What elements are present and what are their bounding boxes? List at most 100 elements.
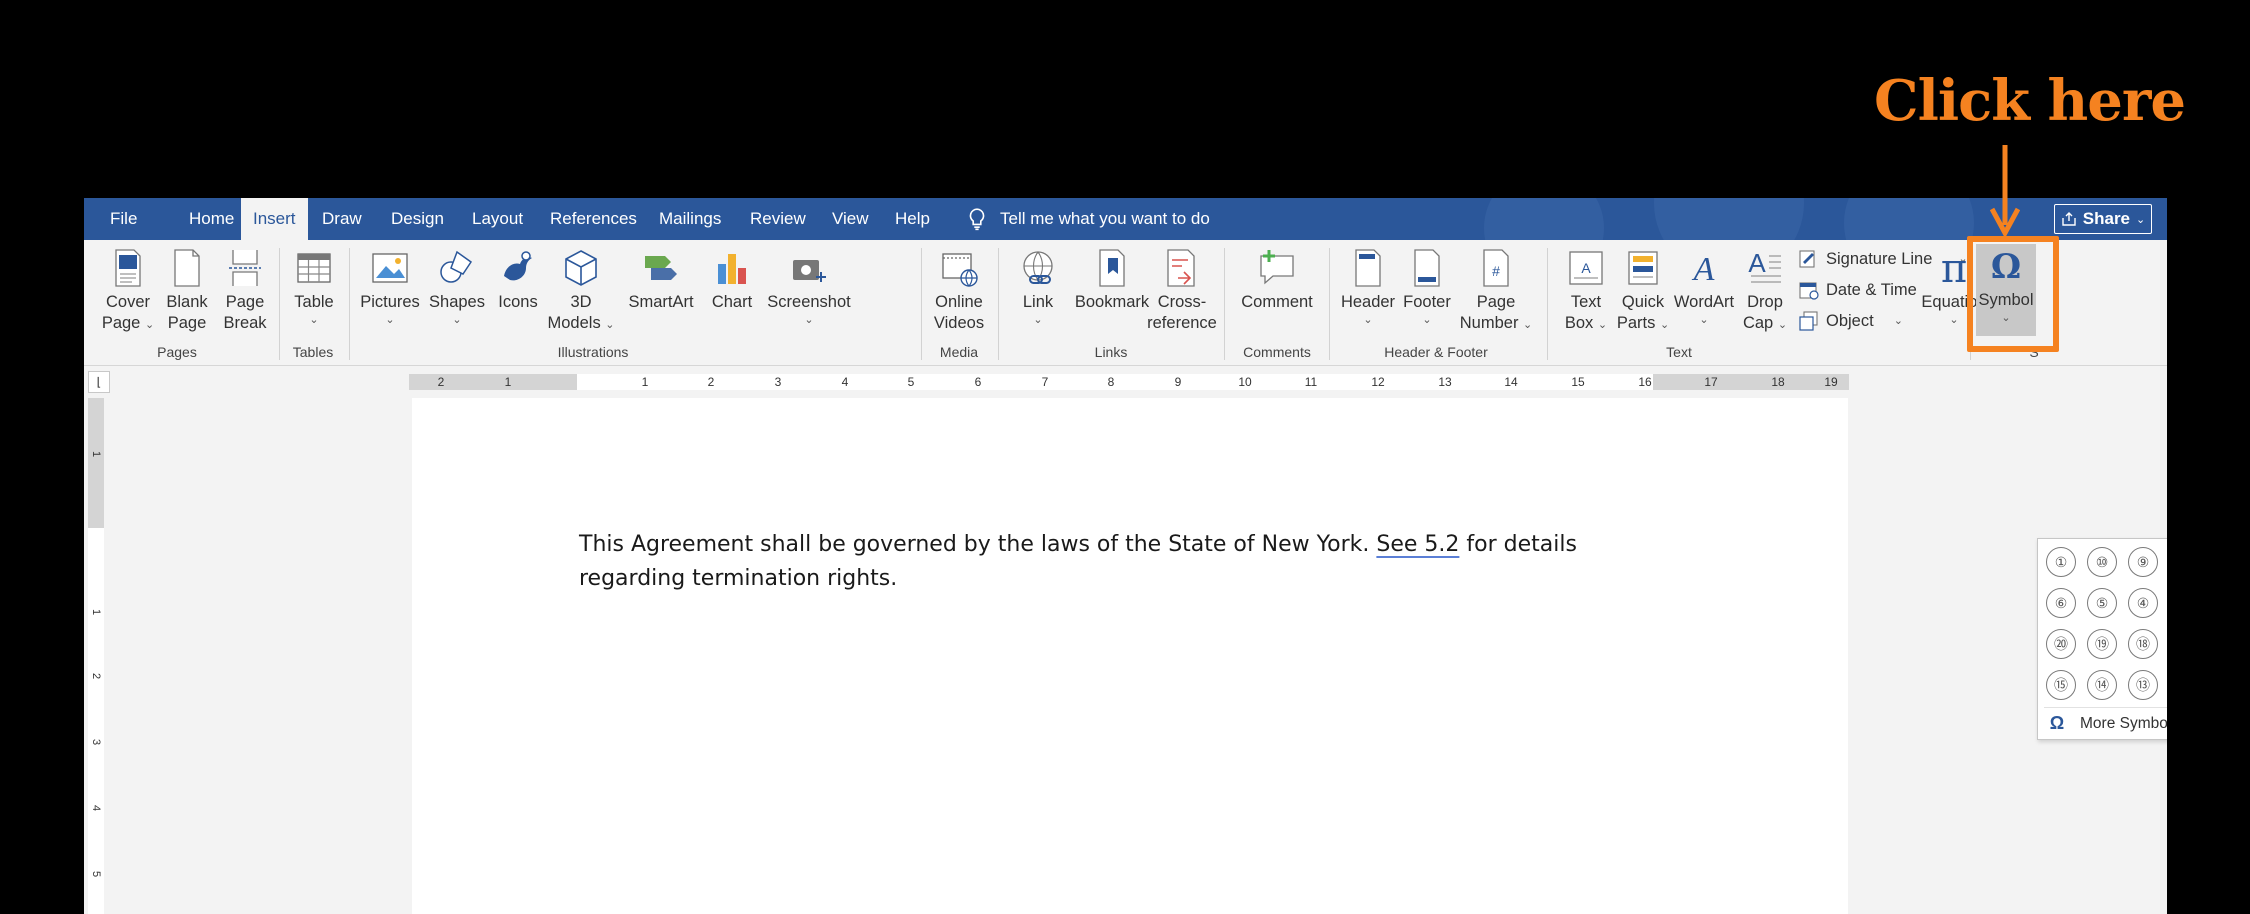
- ribbon-tab-bar: File Home Insert Draw Design Layout Refe…: [84, 198, 2167, 240]
- pictures-icon: [372, 253, 408, 283]
- symbol-cell[interactable]: ⑲: [2087, 629, 2117, 659]
- header-button[interactable]: Header ⌄: [1334, 246, 1402, 327]
- quick-parts-icon: [1628, 251, 1658, 285]
- ruler-number: 14: [1504, 375, 1518, 389]
- document-page[interactable]: This Agreement shall be governed by the …: [412, 398, 1848, 914]
- shapes-button[interactable]: Shapes ⌄: [426, 246, 488, 327]
- vertical-ruler[interactable]: 1 1 2 3 4 5: [88, 398, 104, 914]
- chevron-down-icon: ⌄: [1363, 314, 1373, 326]
- text-box-button[interactable]: A Text Box ⌄: [1554, 246, 1618, 334]
- ruler-number: 15: [1571, 375, 1585, 389]
- tab-draw[interactable]: Draw: [310, 198, 374, 240]
- link-button[interactable]: Link ⌄: [1008, 246, 1068, 327]
- svg-text:A: A: [1692, 251, 1715, 288]
- cover-page-button[interactable]: Cover Page ⌄: [98, 246, 158, 334]
- wordart-button[interactable]: A WordArt ⌄: [1672, 246, 1736, 327]
- header-icon: [1355, 249, 1381, 287]
- tab-mailings[interactable]: Mailings: [647, 198, 733, 240]
- symbol-cell[interactable]: ⑳: [2046, 629, 2076, 659]
- vertical-ruler-number: 2: [90, 672, 102, 680]
- symbol-cell[interactable]: ⑤: [2087, 588, 2117, 618]
- annotation-label: Click here: [1874, 68, 2186, 134]
- tab-home[interactable]: Home: [177, 198, 246, 240]
- wordart-icon: A: [1692, 251, 1715, 288]
- bookmark-button[interactable]: Bookmark: [1068, 246, 1156, 313]
- lightbulb-icon: [969, 208, 985, 231]
- bookmark-icon: [1099, 249, 1125, 287]
- document-paragraph[interactable]: This Agreement shall be governed by the …: [579, 528, 1659, 596]
- quick-parts-button[interactable]: Quick Parts ⌄: [1614, 246, 1672, 334]
- ruler-number: 7: [1041, 375, 1049, 389]
- tab-design[interactable]: Design: [379, 198, 456, 240]
- date-time-button[interactable]: Date & Time: [1798, 279, 1917, 301]
- tab-insert[interactable]: Insert: [241, 198, 308, 240]
- tab-help[interactable]: Help: [883, 198, 942, 240]
- group-label-pages: Pages: [157, 344, 197, 360]
- chevron-down-icon: ⌄: [1949, 314, 1959, 326]
- symbol-cell[interactable]: ⑩: [2087, 547, 2117, 577]
- tab-view[interactable]: View: [820, 198, 881, 240]
- tab-file[interactable]: File: [98, 198, 149, 240]
- tab-references[interactable]: References: [538, 198, 649, 240]
- ruler-right-margin: [1653, 374, 1849, 390]
- symbol-cell[interactable]: ⑥: [2046, 588, 2076, 618]
- footer-button[interactable]: Footer ⌄: [1394, 246, 1460, 327]
- more-symbols-item[interactable]: Ω More Symbols...: [2044, 707, 2167, 735]
- page-break-button[interactable]: Page Break: [216, 246, 274, 334]
- vertical-ruler-number: 1: [90, 450, 102, 458]
- chart-label: Chart: [711, 293, 753, 311]
- link-label: Link: [1022, 293, 1054, 311]
- symbol-cell[interactable]: ⑨: [2128, 547, 2158, 577]
- table-icon: [297, 253, 331, 283]
- object-icon: [1799, 311, 1818, 331]
- symbol-cell[interactable]: ①: [2046, 547, 2076, 577]
- comment-button[interactable]: Comment: [1234, 246, 1320, 313]
- symbol-cell[interactable]: ⑭: [2087, 670, 2117, 700]
- 3d-models-button[interactable]: 3D Models ⌄: [548, 246, 615, 334]
- tell-me-search[interactable]: Tell me what you want to do: [964, 198, 1210, 240]
- ribbon-insert: Cover Page ⌄ Blank Page Page Break Pages…: [84, 240, 2167, 366]
- chevron-down-icon: ⌄: [1597, 319, 1608, 331]
- screenshot-label: Screenshot: [767, 293, 851, 311]
- chevron-down-icon: ⌄: [1699, 314, 1709, 326]
- pictures-button[interactable]: Pictures ⌄: [354, 246, 426, 327]
- tab-review[interactable]: Review: [738, 198, 818, 240]
- page-number-button[interactable]: # Page Number ⌄: [1454, 246, 1538, 334]
- table-button[interactable]: Table ⌄: [284, 246, 344, 327]
- ruler-number: 13: [1438, 375, 1452, 389]
- tab-selector[interactable]: ⌊: [88, 371, 110, 393]
- chart-button[interactable]: Chart: [704, 246, 760, 313]
- ruler-number: 8: [1107, 375, 1115, 389]
- share-button[interactable]: Share ⌄: [2054, 204, 2152, 234]
- drop-cap-icon: A: [1748, 248, 1781, 283]
- decorative-circle: [1844, 198, 1974, 240]
- tab-layout[interactable]: Layout: [460, 198, 535, 240]
- object-button[interactable]: Object ⌄: [1798, 310, 1903, 332]
- vertical-ruler-number: 4: [90, 804, 102, 812]
- ruler-number: 2: [707, 375, 715, 389]
- calendar-icon: [1799, 282, 1819, 300]
- smartart-button[interactable]: SmartArt: [618, 246, 704, 313]
- blank-page-button[interactable]: Blank Page: [158, 246, 216, 334]
- screenshot-button[interactable]: Screenshot ⌄: [762, 246, 856, 327]
- cross-reference-button[interactable]: Cross- reference: [1147, 246, 1217, 334]
- smartart-label: SmartArt: [628, 293, 694, 311]
- ruler-number: 2: [437, 375, 445, 389]
- online-videos-button[interactable]: Online Videos: [926, 246, 992, 334]
- page-number-label-2-text: Number: [1459, 314, 1519, 332]
- group-label-header-footer: Header & Footer: [1384, 344, 1488, 360]
- ruler-number: 19: [1824, 375, 1838, 389]
- symbol-cell[interactable]: ⑬: [2128, 670, 2158, 700]
- symbol-cell[interactable]: ⑮: [2046, 670, 2076, 700]
- icons-button[interactable]: Icons: [490, 246, 546, 313]
- group-separator: [998, 248, 999, 360]
- comment-label: Comment: [1241, 293, 1313, 311]
- symbol-cell[interactable]: ④: [2128, 588, 2158, 618]
- svg-text:A: A: [1748, 248, 1766, 278]
- cross-reference-field[interactable]: See 5.2: [1376, 532, 1459, 557]
- symbol-cell[interactable]: ⑱: [2128, 629, 2158, 659]
- word-window: File Home Insert Draw Design Layout Refe…: [84, 198, 2167, 914]
- drop-cap-button[interactable]: A Drop Cap ⌄: [1736, 246, 1794, 334]
- horizontal-ruler[interactable]: 2 1 1 2 3 4 5 6 7 8 9 10 11 12 13 14 15 …: [409, 374, 1849, 390]
- ruler-number: 3: [774, 375, 782, 389]
